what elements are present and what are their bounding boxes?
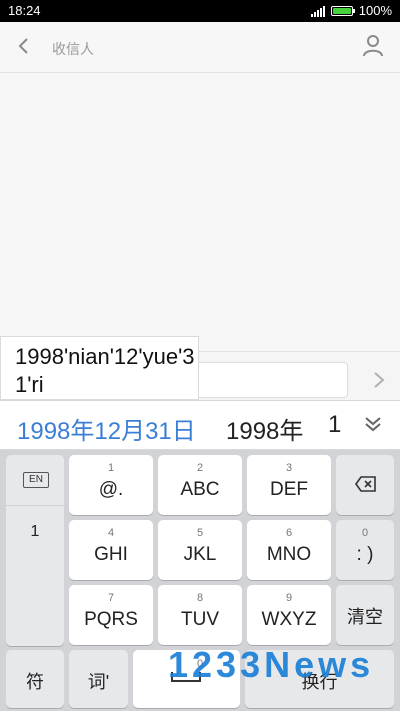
key-number: 3 [285,462,293,474]
key-number: 1 [107,462,115,474]
message-area [0,73,400,351]
key-label: GHI [94,544,128,565]
key-label: : ) [356,544,374,565]
key-4[interactable]: 4 GHI [69,520,153,580]
status-bar: 18:24 100% [0,0,400,22]
key-label: 符 [26,672,44,692]
key-number: 2 [196,462,204,474]
symbol-key[interactable]: 符 [6,650,64,708]
contact-icon[interactable] [362,34,384,58]
key-number: 0 [361,527,369,539]
smiley-key[interactable]: 0 : ) [336,520,394,580]
compose-header: 收信人 [0,22,400,73]
key-label: TUV [181,609,219,630]
key-number: 6 [285,527,293,539]
en-switch-key[interactable]: EN [23,472,49,488]
key-label: WXYZ [261,609,317,630]
key-5[interactable]: 5 JKL [158,520,242,580]
word-key[interactable]: 词' [69,650,128,708]
watermark-logo: 1233News [168,644,375,685]
key-label: 词' [87,672,110,692]
backspace-key[interactable] [336,455,394,515]
key-6[interactable]: 6 MNO [247,520,331,580]
clear-key[interactable]: 清空 [336,585,394,645]
signal-icon [310,5,325,17]
column-divider [6,505,64,506]
key-7[interactable]: 7 PQRS [69,585,153,645]
key-number: 4 [107,527,115,539]
backspace-icon [355,476,376,492]
battery-icon [330,5,355,16]
key-9[interactable]: 9 WXYZ [247,585,331,645]
candidate-bar: 1998年12月31日 1998年 1 [0,400,400,450]
symbol-column[interactable]: EN 1 [6,455,64,646]
candidate-2[interactable]: 1998年 [226,411,303,446]
pinyin-composition: 1998'nian'12'yue'31'ri [0,336,199,400]
key-label: PQRS [84,609,138,630]
key-number: 5 [196,527,204,539]
key-2[interactable]: 2 ABC [158,455,242,515]
back-arrow-icon[interactable] [14,36,34,56]
recipient-input[interactable]: 收信人 [52,39,94,59]
key-8[interactable]: 8 TUV [158,585,242,645]
key-label: @. [98,479,124,500]
send-chevron-icon[interactable] [372,370,386,390]
key-1[interactable]: 1 @. [69,455,153,515]
digit-one-key[interactable]: 1 [6,523,64,541]
status-right: 100% [310,3,392,18]
key-label: DEF [270,479,308,500]
battery-percent: 100% [358,3,392,18]
key-number: 8 [196,592,204,604]
key-label: 清空 [347,607,383,627]
key-number: 7 [107,592,115,604]
expand-candidates-icon[interactable] [364,415,382,433]
key-number: 9 [285,592,293,604]
status-time: 18:24 [8,3,41,18]
key-label: ABC [180,479,220,500]
key-3[interactable]: 3 DEF [247,455,331,515]
key-label: JKL [183,544,217,565]
key-label: MNO [266,544,312,565]
candidate-3[interactable]: 1 [328,411,341,439]
candidate-1[interactable]: 1998年12月31日 [17,411,196,446]
